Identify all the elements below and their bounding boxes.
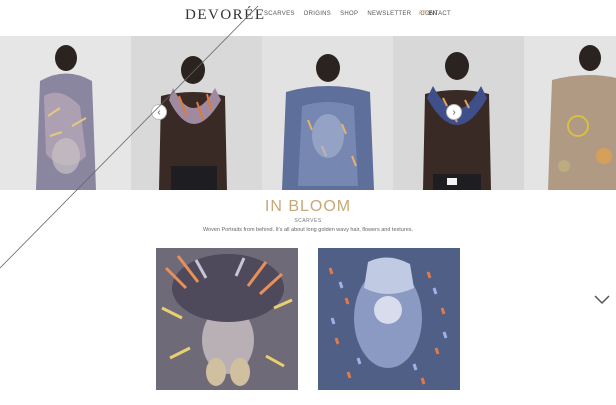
scarf-artwork — [156, 248, 298, 390]
scarf-product-image[interactable] — [156, 248, 298, 390]
lang-fr-link[interactable]: FR — [419, 11, 427, 17]
nav-item-origins[interactable]: ORIGINS — [304, 11, 331, 17]
chevron-down-icon[interactable] — [593, 294, 611, 306]
collection-title: IN BLOOM — [264, 198, 352, 215]
collection-description: Woven Portraits from behind. It's all ab… — [202, 227, 414, 233]
carousel-prev-button[interactable]: ‹ — [151, 104, 167, 120]
chevron-right-icon: › — [452, 106, 456, 118]
scarf-product-image[interactable] — [318, 248, 460, 390]
hero-carousel — [0, 36, 616, 190]
model-photo — [36, 45, 96, 190]
brand-logo[interactable]: DEVORÉE — [185, 7, 266, 24]
site-header: DEVORÉE SCARVES ORIGINS SHOP NEWSLETTER … — [0, 0, 616, 36]
carousel-slide — [0, 36, 131, 190]
scarf-artwork — [318, 248, 460, 390]
collection-subtitle: SCARVES — [294, 218, 322, 224]
model-photo — [548, 45, 616, 190]
nav-item-shop[interactable]: SHOP — [340, 11, 358, 17]
carousel-slide — [524, 36, 616, 190]
carousel-slide — [262, 36, 393, 190]
language-switch: FR/EN — [419, 11, 437, 17]
lang-en-link[interactable]: EN — [429, 11, 437, 17]
carousel-next-button[interactable]: › — [446, 104, 462, 120]
chevron-left-icon: ‹ — [157, 106, 161, 118]
model-photo — [282, 54, 374, 190]
nav-item-newsletter[interactable]: NEWSLETTER — [367, 11, 411, 17]
nav-item-scarves[interactable]: SCARVES — [264, 11, 295, 17]
